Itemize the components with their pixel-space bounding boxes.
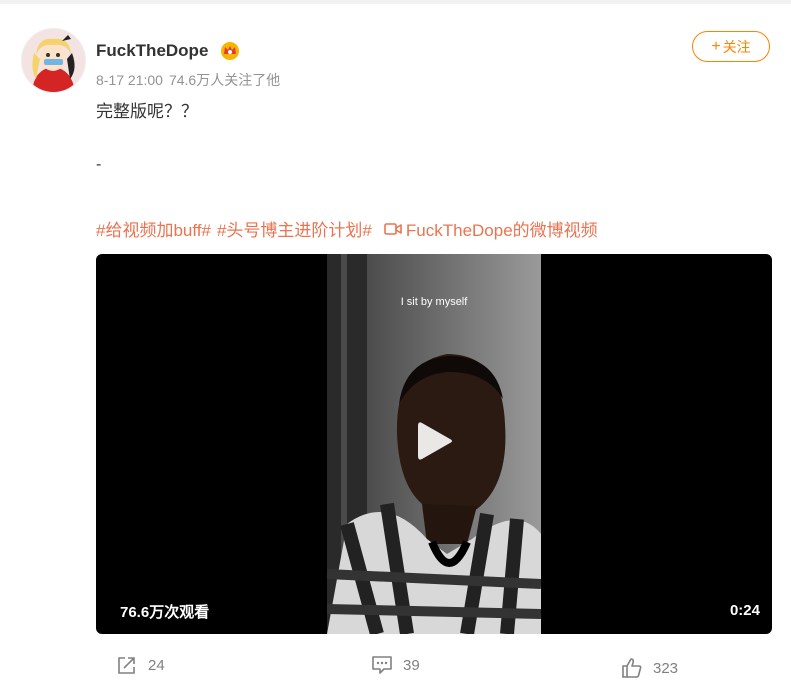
follower-count: 74.6万人关注了他 <box>168 72 281 88</box>
follow-label: 关注 <box>722 38 751 55</box>
vip-crown-icon <box>221 42 239 60</box>
comment-count: 39 <box>403 656 420 674</box>
repost-button[interactable]: 24 <box>116 654 165 676</box>
topic-tag[interactable]: #给视频加buff# <box>96 216 211 241</box>
plus-icon: + <box>711 37 721 55</box>
video-duration: 0:24 <box>729 602 760 619</box>
like-button[interactable]: 323 <box>621 657 678 679</box>
post-meta: 8-17 21:00 74.6万人关注了他 <box>96 70 286 90</box>
username[interactable]: FuckTheDope <box>96 41 208 61</box>
video-caption: I sit by myself <box>400 296 468 308</box>
share-icon <box>118 657 135 674</box>
video-link-label: FuckTheDope的微博视频 <box>405 221 598 240</box>
avatar-image <box>22 29 85 92</box>
play-icon[interactable] <box>412 419 456 463</box>
comment-button[interactable]: 39 <box>371 654 420 676</box>
comment-icon <box>372 656 392 674</box>
avatar[interactable] <box>21 28 86 93</box>
follow-button[interactable]: + 关注 <box>692 31 770 62</box>
weibo-video-link[interactable]: FuckTheDope的微博视频 <box>378 216 598 241</box>
post-time[interactable]: 8-17 21:00 <box>96 72 163 88</box>
video-camera-icon <box>384 222 402 235</box>
top-divider <box>0 0 791 4</box>
post-text-dash: - <box>96 156 102 173</box>
topic-tag[interactable]: #头号博主进阶计划# <box>217 216 372 241</box>
post-text: 完整版呢？？ <box>96 102 198 121</box>
view-count: 76.6万次观看 <box>120 604 210 621</box>
video-player[interactable]: I sit by myself 76.6万次观看 0:24 <box>96 254 772 634</box>
repost-count: 24 <box>148 656 165 674</box>
like-count: 323 <box>653 659 679 677</box>
topic-tags: #给视频加buff# #头号博主进阶计划# FuckTheDope的微博视频 <box>96 216 598 241</box>
thumbs-up-icon <box>622 658 642 678</box>
